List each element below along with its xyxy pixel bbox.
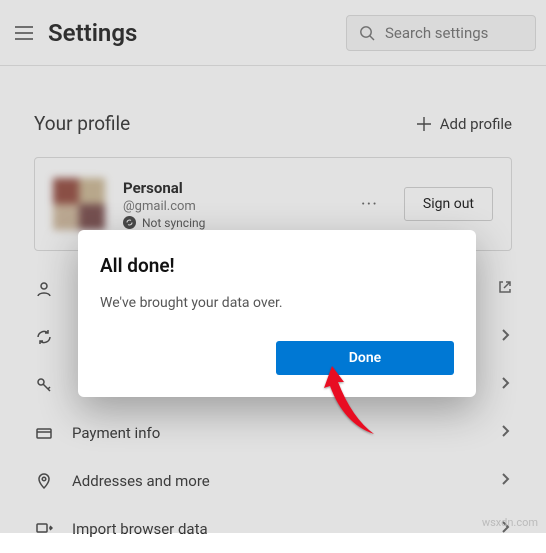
chevron-right-icon: [498, 472, 512, 490]
profile-name: Personal: [123, 179, 335, 197]
done-button[interactable]: Done: [276, 341, 454, 375]
sync-status[interactable]: Not syncing: [123, 216, 335, 230]
chevron-right-icon: [498, 424, 512, 442]
app-header: Settings Search settings: [0, 0, 546, 66]
menu-icon[interactable]: [10, 19, 38, 47]
external-icon: [498, 280, 512, 298]
dialog-body: We've brought your data over.: [100, 295, 454, 311]
avatar: [53, 178, 105, 230]
section-heading: Your profile: [34, 112, 416, 135]
search-icon: [359, 25, 375, 41]
signout-button[interactable]: Sign out: [404, 187, 493, 221]
sync-icon: [34, 328, 54, 346]
location-icon: [34, 472, 54, 490]
import-icon: [34, 520, 54, 538]
page-title: Settings: [48, 19, 336, 47]
more-icon[interactable]: ···: [353, 194, 386, 215]
chevron-right-icon: [498, 328, 512, 346]
search-placeholder: Search settings: [385, 24, 488, 42]
chevron-right-icon: [498, 376, 512, 394]
plus-icon: [416, 116, 432, 132]
import-complete-dialog: All done! We've brought your data over. …: [78, 230, 476, 397]
add-profile-button[interactable]: Add profile: [416, 115, 512, 133]
key-icon: [34, 376, 54, 394]
search-input[interactable]: Search settings: [346, 15, 536, 51]
card-icon: [34, 424, 54, 442]
sync-off-icon: [123, 216, 136, 229]
row-payment[interactable]: Payment info: [34, 409, 512, 457]
profile-email: @gmail.com: [123, 199, 335, 214]
dialog-title: All done!: [100, 254, 454, 277]
row-addresses[interactable]: Addresses and more: [34, 457, 512, 505]
person-icon: [34, 280, 54, 298]
watermark: wsxdn.com: [482, 516, 538, 529]
row-import[interactable]: Import browser data: [34, 505, 512, 553]
